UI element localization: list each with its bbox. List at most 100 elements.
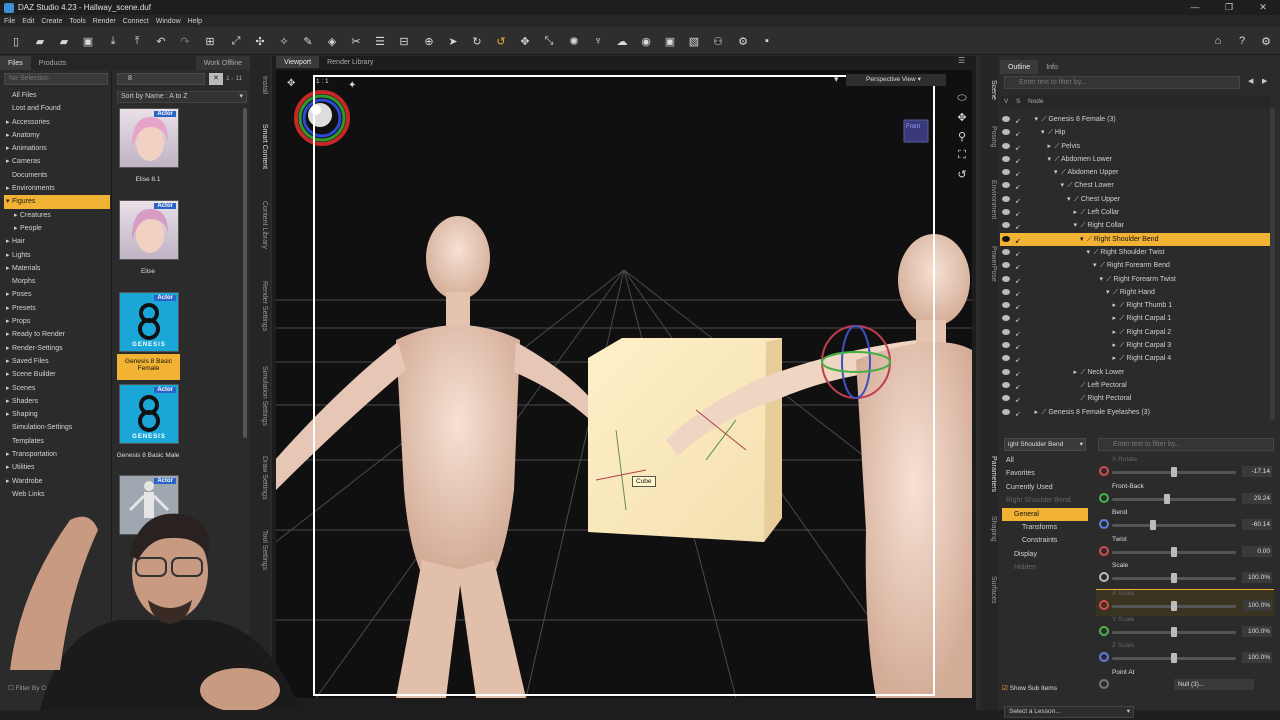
- menu-connect[interactable]: Connect: [123, 18, 149, 25]
- outline-row[interactable]: ➹ ⟋ Left Pectoral: [1000, 379, 1270, 392]
- category-item[interactable]: ▸ Ready to Render: [4, 328, 110, 341]
- outline-row[interactable]: ➹ ▾ ⟋ Chest Lower: [1000, 179, 1270, 192]
- menu-create[interactable]: Create: [41, 18, 62, 25]
- open-icon[interactable]: ▰: [32, 33, 48, 49]
- parameter-value-field[interactable]: -17.14: [1242, 466, 1272, 477]
- parameter-group[interactable]: Constraints: [1002, 534, 1088, 547]
- viewport-menu-icon[interactable]: ▾: [834, 74, 839, 85]
- help-icon[interactable]: ?: [1234, 33, 1250, 49]
- category-item[interactable]: ▸ Animations: [4, 142, 110, 155]
- category-item[interactable]: ▸ Scenes: [4, 382, 110, 395]
- category-item[interactable]: ▸ Materials: [4, 262, 110, 275]
- slider-handle[interactable]: [1171, 600, 1177, 611]
- rotate-tool-icon[interactable]: ↻: [469, 33, 485, 49]
- slider-track[interactable]: [1112, 524, 1236, 528]
- slider-handle[interactable]: [1171, 626, 1177, 637]
- outline-row[interactable]: ➹ ▸ ⟋ Pelvis: [1000, 140, 1270, 153]
- import-icon[interactable]: ⤓: [105, 33, 121, 49]
- parameter-slider[interactable]: Y Scale 100.0%: [1096, 616, 1274, 643]
- grid-icon[interactable]: ⊟: [396, 33, 412, 49]
- category-item[interactable]: Templates: [4, 435, 110, 448]
- reset-view-icon[interactable]: ↺: [954, 168, 970, 181]
- expand-arrow-icon[interactable]: ▾: [1087, 246, 1094, 259]
- category-item[interactable]: All Files: [4, 89, 110, 102]
- minimize-button[interactable]: —: [1178, 2, 1212, 13]
- outline-row[interactable]: ➹ ▾ ⟋ Right Forearm Twist: [1000, 273, 1270, 286]
- expand-arrow-icon[interactable]: ▾: [1067, 193, 1074, 206]
- asset-thumbnail[interactable]: GENESIS Actor: [119, 292, 179, 352]
- category-item[interactable]: ▸ Hair: [4, 235, 110, 248]
- visibility-eye-icon[interactable]: [1002, 302, 1010, 309]
- parameter-slider[interactable]: Scale 100.0%: [1096, 562, 1274, 589]
- outline-row[interactable]: ➹ ▾ ⟋ Right Forearm Bend: [1000, 259, 1270, 272]
- category-item[interactable]: Documents: [4, 169, 110, 182]
- select-arrow-icon[interactable]: ➤: [445, 33, 461, 49]
- slider-handle[interactable]: [1171, 467, 1177, 477]
- vtab-scene[interactable]: Scene: [981, 80, 997, 100]
- outline-row[interactable]: ➹ ▸ ⟋ Right Thumb 1: [1000, 299, 1270, 312]
- figure-genesis-8-female-right[interactable]: [856, 234, 972, 698]
- category-item[interactable]: ▸ Wardrobe: [4, 475, 110, 488]
- arrow-left-icon[interactable]: ◀: [1248, 77, 1253, 85]
- menu-help[interactable]: Help: [188, 18, 202, 25]
- vtab-smart-content[interactable]: Smart Content: [252, 124, 268, 169]
- category-item[interactable]: Lost and Found: [4, 102, 110, 115]
- clear-search-icon[interactable]: ✕: [209, 73, 223, 85]
- outline-row[interactable]: ➹ ▾ ⟋ Hip: [1000, 126, 1270, 139]
- parameter-slider[interactable]: Twist 0.00: [1096, 536, 1274, 563]
- 3d-viewport[interactable]: [276, 70, 972, 698]
- vtab-powerpose[interactable]: PowerPose: [981, 246, 997, 282]
- target-icon[interactable]: ⊕: [421, 33, 437, 49]
- category-item[interactable]: ▸ People: [4, 222, 110, 235]
- slider-handle[interactable]: [1171, 573, 1177, 584]
- parameter-slider[interactable]: Front-Back 29.24: [1096, 483, 1274, 510]
- expand-arrow-icon[interactable]: ▾: [1100, 273, 1107, 286]
- category-item[interactable]: ▸ Render-Settings: [4, 342, 110, 355]
- parameter-filter-input[interactable]: Enter text to filter by...: [1098, 438, 1274, 451]
- outline-row[interactable]: ➹ ▾ ⟋ Right Collar: [1000, 219, 1270, 232]
- outline-row[interactable]: ➹ ▸ ⟋ Left Collar: [1000, 206, 1270, 219]
- asset-thumbnail[interactable]: GENESIS Actor: [119, 384, 179, 444]
- category-item[interactable]: Morphs: [4, 275, 110, 288]
- align-icon[interactable]: ☰: [372, 33, 388, 49]
- export-icon[interactable]: ⤒: [129, 33, 145, 49]
- asset-thumbnail[interactable]: Actor: [119, 200, 179, 260]
- outline-row[interactable]: ➹ ▸ ⟋ Right Carpal 3: [1000, 339, 1270, 352]
- expand-arrow-icon[interactable]: ▸: [1035, 406, 1042, 419]
- category-item[interactable]: ▸ Poses: [4, 288, 110, 301]
- parameter-group[interactable]: Currently Used: [1002, 481, 1088, 494]
- geometry-editor-icon[interactable]: ✧: [276, 33, 292, 49]
- category-item[interactable]: ▸ Accessories: [4, 116, 110, 129]
- lesson-dropdown[interactable]: Select a Lesson... ▾: [1004, 706, 1134, 718]
- close-button[interactable]: ✕: [1246, 2, 1280, 13]
- tab-render-library[interactable]: Render Library: [319, 56, 381, 68]
- translate-icon[interactable]: ✥: [517, 33, 533, 49]
- node-selection-icon[interactable]: ⊞: [202, 33, 218, 49]
- orbit-icon[interactable]: ⬭: [954, 92, 970, 105]
- asset-thumbnail[interactable]: Actor: [119, 108, 179, 168]
- expand-arrow-icon[interactable]: ▾: [1041, 126, 1048, 139]
- settings-icon[interactable]: ⚙: [1258, 33, 1274, 49]
- menu-window[interactable]: Window: [156, 18, 181, 25]
- parameter-value-field[interactable]: Null (3)...: [1174, 678, 1254, 690]
- category-item[interactable]: ▸ Presets: [4, 302, 110, 315]
- node-weight-icon[interactable]: ✺: [566, 33, 582, 49]
- category-item[interactable]: ▸ Environments: [4, 182, 110, 195]
- pin-icon[interactable]: ✦: [348, 80, 356, 91]
- category-item[interactable]: ▸ Shaders: [4, 395, 110, 408]
- category-item[interactable]: ▸ Saved Files: [4, 355, 110, 368]
- vtab-shaping[interactable]: Shaping: [981, 516, 997, 542]
- slider-track[interactable]: [1112, 497, 1236, 501]
- tab-info[interactable]: Info: [1038, 60, 1066, 74]
- undo-icon[interactable]: ↶: [153, 33, 169, 49]
- parameter-value-field[interactable]: 100.0%: [1242, 652, 1272, 664]
- visibility-eye-icon[interactable]: [1002, 248, 1010, 255]
- frame-icon[interactable]: ⛶: [954, 149, 970, 162]
- visibility-eye-icon[interactable]: [1002, 209, 1010, 216]
- category-item[interactable]: ▸ Anatomy: [4, 129, 110, 142]
- visibility-eye-icon[interactable]: [1002, 182, 1010, 189]
- maximize-button[interactable]: ❐: [1212, 2, 1246, 13]
- vtab-simulation-settings[interactable]: Simulation Settings: [252, 366, 268, 426]
- expand-arrow-icon[interactable]: ▾: [1035, 113, 1042, 126]
- tab-products[interactable]: Products: [31, 56, 75, 70]
